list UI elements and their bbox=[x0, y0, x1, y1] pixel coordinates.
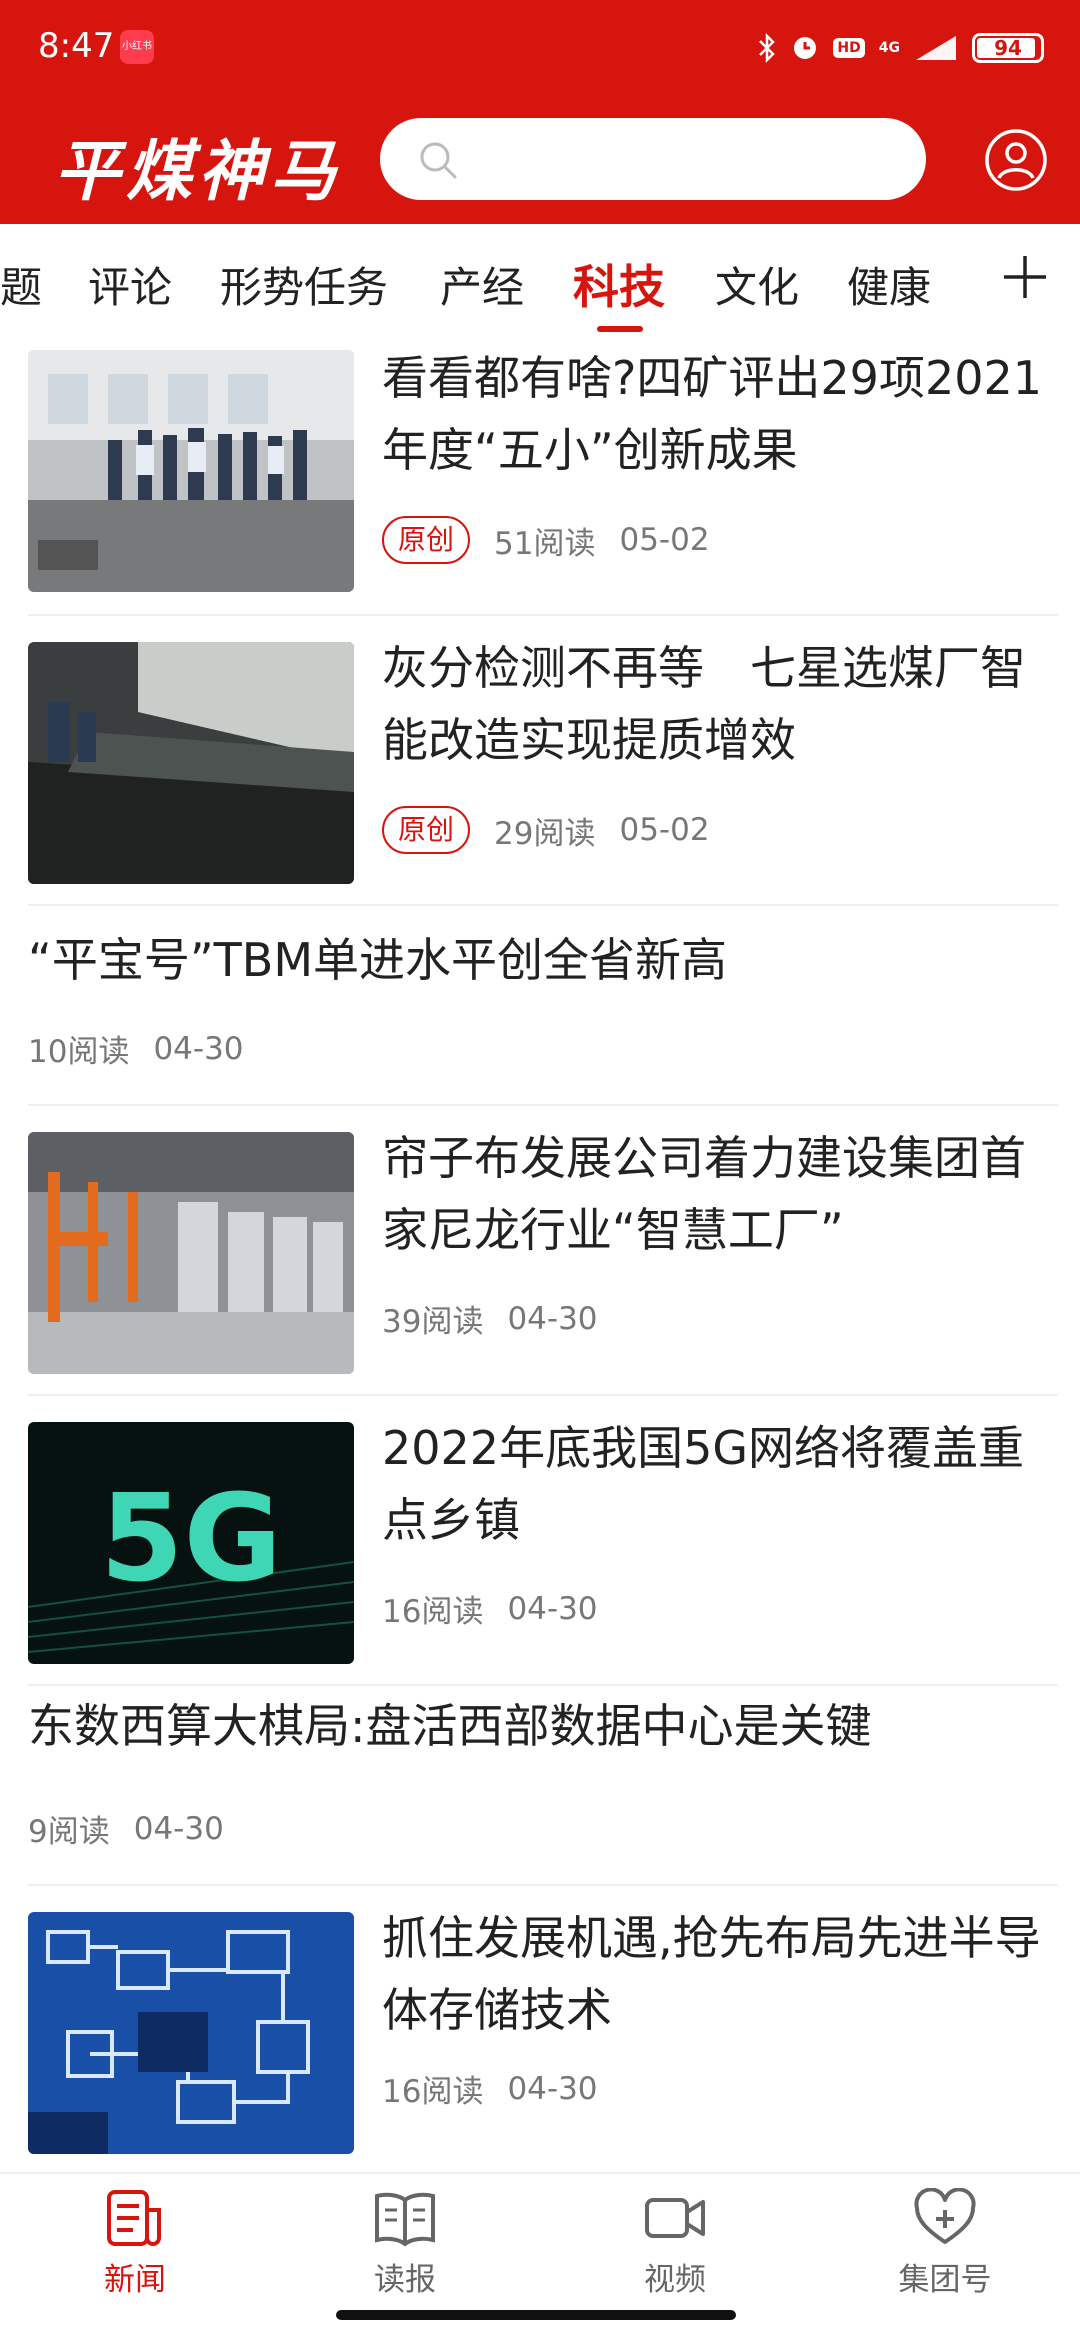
publish-date: 05-02 bbox=[619, 812, 710, 848]
status-bar: 8:47 小红书 HD 4G 94 bbox=[0, 0, 1080, 96]
article-card[interactable]: 帘子布发展公司着力建设集团首家尼龙行业“智慧工厂” 39阅读 04-30 bbox=[28, 1106, 1058, 1396]
tab-culture[interactable]: 文化 bbox=[715, 254, 799, 315]
heart-plus-icon bbox=[914, 2188, 976, 2244]
original-tag: 原创 bbox=[382, 806, 471, 854]
5g-thumb-text: 5G bbox=[100, 1470, 282, 1609]
article-thumbnail-conveyor bbox=[28, 642, 354, 884]
article-card[interactable]: 抓住发展机遇,抢先布局先进半导体存储技术 16阅读 04-30 bbox=[28, 1886, 1058, 2176]
publish-date: 04-30 bbox=[153, 1030, 244, 1067]
publish-date: 05-02 bbox=[619, 522, 710, 558]
article-meta: 16阅读 04-30 bbox=[382, 1586, 598, 1631]
app-header: 平煤神马 bbox=[0, 96, 1080, 224]
search-icon bbox=[420, 142, 457, 179]
article-meta: 39阅读 04-30 bbox=[382, 1296, 598, 1341]
article-title: “平宝号”TBM单进水平创全省新高 bbox=[28, 933, 728, 987]
nav-group-account-label: 集团号 bbox=[898, 2262, 992, 2298]
user-profile-icon[interactable] bbox=[984, 128, 1048, 192]
article-title: 灰分检测不再等 七星选煤厂智能改造实现提质增效 bbox=[382, 641, 1026, 767]
publish-date: 04-30 bbox=[133, 1810, 224, 1847]
article-title: 2022年底我国5G网络将覆盖重点乡镇 bbox=[382, 1421, 1024, 1547]
home-indicator[interactable] bbox=[336, 2310, 736, 2320]
nav-video[interactable]: 视频 bbox=[585, 2188, 765, 2299]
article-thumbnail-workshop bbox=[28, 350, 354, 592]
article-card[interactable]: 5G 2022年底我国5G网络将覆盖重点乡镇 16阅读 04-30 bbox=[28, 1396, 1058, 1686]
tab-topic[interactable]: 题 bbox=[0, 254, 42, 315]
article-card[interactable]: “平宝号”TBM单进水平创全省新高 10阅读 04-30 bbox=[28, 906, 1058, 1106]
channel-tabs: 题 评论 形势任务 产经 科技 文化 健康 bbox=[0, 224, 1080, 336]
publish-date: 04-30 bbox=[507, 1590, 598, 1627]
publish-date: 04-30 bbox=[507, 2070, 598, 2107]
article-title: 东数西算大棋局:盘活西部数据中心是关键 bbox=[28, 1699, 872, 1753]
article-thumbnail-factory bbox=[28, 1132, 354, 1374]
active-tab-indicator bbox=[597, 326, 643, 332]
tab-situation-tasks[interactable]: 形势任务 bbox=[220, 254, 388, 315]
article-title: 看看都有啥?四矿评出29项2021年度“五小”创新成果 bbox=[382, 351, 1043, 477]
read-count: 39阅读 bbox=[382, 1304, 484, 1340]
tab-health[interactable]: 健康 bbox=[847, 254, 931, 315]
nav-read-paper-label: 读报 bbox=[374, 2262, 436, 2298]
article-title: 抓住发展机遇,抢先布局先进半导体存储技术 bbox=[382, 1911, 1041, 2037]
search-input[interactable] bbox=[380, 118, 926, 200]
book-icon bbox=[375, 2192, 435, 2247]
tab-comment[interactable]: 评论 bbox=[88, 254, 172, 315]
status-icons: HD 4G 94 bbox=[757, 28, 1044, 68]
battery-icon: 94 bbox=[972, 33, 1044, 63]
battery-percent: 94 bbox=[994, 36, 1022, 60]
read-count: 16阅读 bbox=[382, 2074, 484, 2110]
publish-date: 04-30 bbox=[507, 1300, 598, 1337]
status-time: 8:47 bbox=[38, 26, 115, 66]
nav-news-label: 新闻 bbox=[104, 2262, 166, 2298]
article-meta: 16阅读 04-30 bbox=[382, 2066, 598, 2111]
signal-icon bbox=[916, 36, 956, 60]
article-meta: 原创 51阅读 05-02 bbox=[382, 516, 710, 564]
article-card[interactable]: 看看都有啥?四矿评出29项2021年度“五小”创新成果 原创 51阅读 05-0… bbox=[28, 336, 1058, 616]
app-logo: 平煤神马 bbox=[54, 132, 342, 210]
tab-technology[interactable]: 科技 bbox=[573, 251, 665, 317]
article-meta: 10阅读 04-30 bbox=[28, 1026, 244, 1071]
add-channel-button[interactable] bbox=[1000, 252, 1050, 302]
article-thumbnail-circuit bbox=[28, 1912, 354, 2154]
nav-video-label: 视频 bbox=[644, 2262, 706, 2298]
nav-news[interactable]: 新闻 bbox=[45, 2188, 225, 2299]
nav-read-paper[interactable]: 读报 bbox=[315, 2188, 495, 2299]
article-title: 帘子布发展公司着力建设集团首家尼龙行业“智慧工厂” bbox=[382, 1131, 1026, 1257]
hd-badge: HD bbox=[833, 38, 865, 58]
original-tag: 原创 bbox=[382, 516, 471, 564]
video-icon bbox=[645, 2198, 705, 2238]
article-card[interactable]: 灰分检测不再等 七星选煤厂智能改造实现提质增效 原创 29阅读 05-02 bbox=[28, 616, 1058, 906]
read-count: 10阅读 bbox=[28, 1034, 130, 1070]
network-type: 4G bbox=[878, 40, 900, 56]
nav-group-account[interactable]: 集团号 bbox=[855, 2188, 1035, 2299]
read-count: 51阅读 bbox=[494, 525, 596, 562]
read-count: 9阅读 bbox=[28, 1814, 110, 1850]
article-meta: 9阅读 04-30 bbox=[28, 1806, 224, 1851]
read-count: 29阅读 bbox=[494, 815, 596, 852]
article-thumbnail-5g: 5G bbox=[28, 1422, 354, 1664]
article-meta: 原创 29阅读 05-02 bbox=[382, 806, 710, 854]
article-card[interactable]: 东数西算大棋局:盘活西部数据中心是关键 9阅读 04-30 bbox=[28, 1686, 1058, 1886]
app-notification-badge: 小红书 bbox=[120, 30, 154, 64]
bluetooth-icon bbox=[759, 33, 776, 63]
read-count: 16阅读 bbox=[382, 1594, 484, 1630]
tab-industry-economy[interactable]: 产经 bbox=[440, 254, 524, 315]
alarm-clock-icon bbox=[794, 37, 817, 59]
news-icon bbox=[107, 2190, 161, 2246]
